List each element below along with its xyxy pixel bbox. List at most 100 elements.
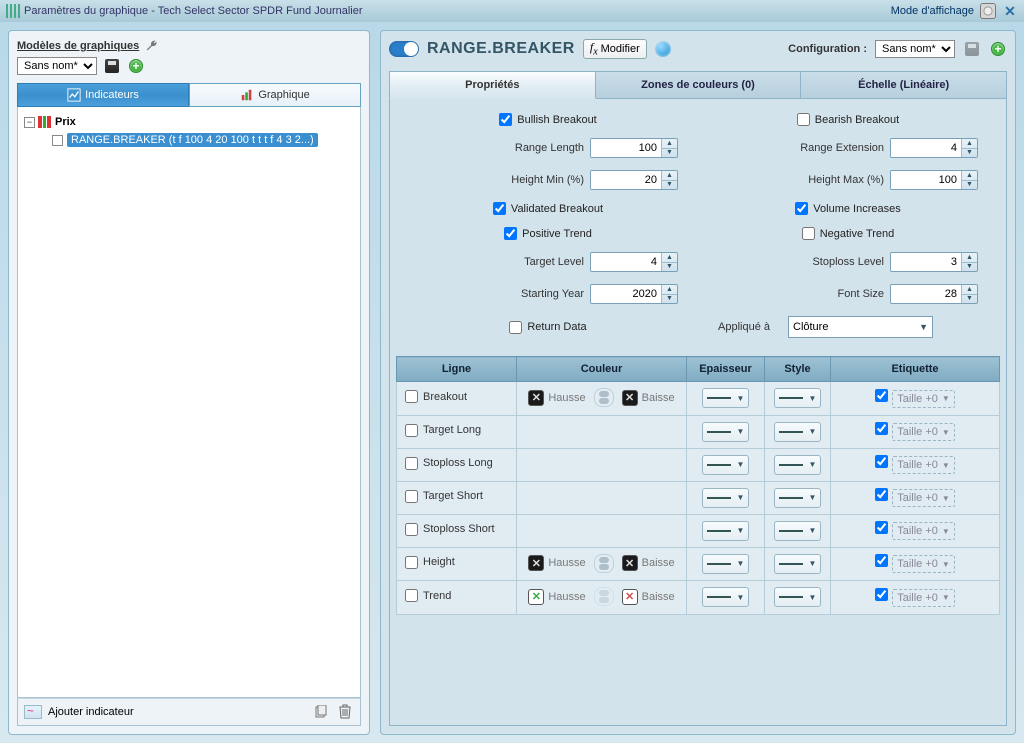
spinner[interactable]: ▲▼ <box>661 139 677 157</box>
spinner[interactable]: ▲▼ <box>661 285 677 303</box>
add-indicator-button[interactable]: Ajouter indicateur <box>48 706 134 718</box>
spinner[interactable]: ▲▼ <box>961 139 977 157</box>
add-model-button[interactable]: + <box>127 57 145 75</box>
bearish-checkbox[interactable] <box>797 113 810 126</box>
indicator-toggle[interactable] <box>389 41 419 57</box>
volinc-checkbox[interactable] <box>795 202 808 215</box>
tree-child[interactable]: RANGE.BREAKER (t f 100 4 20 100 t t t f … <box>52 133 354 147</box>
year-input[interactable] <box>591 285 661 303</box>
validated-checkbox[interactable] <box>493 202 506 215</box>
tab-scale[interactable]: Échelle (Linéaire) <box>801 71 1007 99</box>
year-field[interactable]: ▲▼ <box>590 284 678 304</box>
row-toggle[interactable]: Target Long <box>405 424 481 437</box>
tree-collapse-icon[interactable]: − <box>24 117 35 128</box>
row-checkbox[interactable] <box>405 589 418 602</box>
baisse-swatch[interactable] <box>622 555 638 571</box>
label-checkbox[interactable] <box>875 488 888 501</box>
baisse-swatch[interactable] <box>622 589 638 605</box>
tab-properties[interactable]: Propriétés <box>389 71 596 99</box>
style-select[interactable]: ▼ <box>774 455 822 475</box>
row-toggle[interactable]: Stoploss Long <box>405 457 493 470</box>
label-size-select[interactable]: Taille +0▼ <box>892 390 955 408</box>
wrench-icon[interactable] <box>145 39 159 53</box>
modify-button[interactable]: fxModifier <box>583 39 647 59</box>
row-checkbox[interactable] <box>405 424 418 437</box>
target-input[interactable] <box>591 253 661 271</box>
row-checkbox[interactable] <box>405 556 418 569</box>
delete-button[interactable] <box>336 703 354 721</box>
label-checkbox[interactable] <box>875 588 888 601</box>
config-select[interactable]: Sans nom* <box>875 40 955 58</box>
range-length-input[interactable] <box>591 139 661 157</box>
label-checkbox[interactable] <box>875 455 888 468</box>
hausse-swatch[interactable] <box>528 555 544 571</box>
style-select[interactable]: ▼ <box>774 388 822 408</box>
range-ext-field[interactable]: ▲▼ <box>890 138 978 158</box>
save-config-button[interactable] <box>963 40 981 58</box>
label-size-select[interactable]: Taille +0▼ <box>892 522 955 540</box>
tree-child-checkbox[interactable] <box>52 135 63 146</box>
style-select[interactable]: ▼ <box>774 521 822 541</box>
thickness-select[interactable]: ▼ <box>702 587 750 607</box>
row-checkbox[interactable] <box>405 390 418 403</box>
label-checkbox[interactable] <box>875 554 888 567</box>
hmin-input[interactable] <box>591 171 661 189</box>
thickness-select[interactable]: ▼ <box>702 455 750 475</box>
negtrend-checkbox[interactable] <box>802 227 815 240</box>
font-field[interactable]: ▲▼ <box>890 284 978 304</box>
hmax-input[interactable] <box>891 171 961 189</box>
style-select[interactable]: ▼ <box>774 422 822 442</box>
range-ext-input[interactable] <box>891 139 961 157</box>
style-select[interactable]: ▼ <box>774 554 822 574</box>
applied-select[interactable]: Clôture▼ <box>788 316 933 338</box>
target-field[interactable]: ▲▼ <box>590 252 678 272</box>
thickness-select[interactable]: ▼ <box>702 488 750 508</box>
bullish-checkbox[interactable] <box>499 113 512 126</box>
label-size-select[interactable]: Taille +0▼ <box>892 489 955 507</box>
baisse-swatch[interactable] <box>622 390 638 406</box>
row-toggle[interactable]: Breakout <box>405 390 467 403</box>
label-checkbox[interactable] <box>875 422 888 435</box>
stop-input[interactable] <box>891 253 961 271</box>
gradient-handle[interactable] <box>594 554 614 573</box>
returndata-checkbox[interactable] <box>509 321 522 334</box>
webcam-icon[interactable] <box>980 3 996 19</box>
thickness-select[interactable]: ▼ <box>702 521 750 541</box>
label-checkbox[interactable] <box>875 521 888 534</box>
row-toggle[interactable]: Stoploss Short <box>405 523 495 536</box>
label-size-select[interactable]: Taille +0▼ <box>892 423 955 441</box>
tree-root[interactable]: − Prix <box>24 113 354 131</box>
row-checkbox[interactable] <box>405 490 418 503</box>
spinner[interactable]: ▲▼ <box>961 285 977 303</box>
spinner[interactable]: ▲▼ <box>961 171 977 189</box>
style-select[interactable]: ▼ <box>774 488 822 508</box>
hausse-swatch[interactable] <box>528 390 544 406</box>
row-checkbox[interactable] <box>405 523 418 536</box>
font-input[interactable] <box>891 285 961 303</box>
gradient-handle[interactable] <box>594 388 614 407</box>
row-toggle[interactable]: Target Short <box>405 490 483 503</box>
hmax-field[interactable]: ▲▼ <box>890 170 978 190</box>
close-icon[interactable]: ✕ <box>1002 3 1018 19</box>
save-models-button[interactable] <box>103 57 121 75</box>
hmin-field[interactable]: ▲▼ <box>590 170 678 190</box>
help-icon[interactable] <box>655 41 671 57</box>
gradient-handle[interactable] <box>594 587 614 606</box>
stop-field[interactable]: ▲▼ <box>890 252 978 272</box>
row-checkbox[interactable] <box>405 457 418 470</box>
tab-chart[interactable]: Graphique <box>189 83 361 107</box>
style-select[interactable]: ▼ <box>774 587 822 607</box>
row-toggle[interactable]: Trend <box>405 589 451 602</box>
label-checkbox[interactable] <box>875 389 888 402</box>
range-length-field[interactable]: ▲▼ <box>590 138 678 158</box>
spinner[interactable]: ▲▼ <box>661 253 677 271</box>
hausse-swatch[interactable] <box>528 589 544 605</box>
label-size-select[interactable]: Taille +0▼ <box>892 456 955 474</box>
thickness-select[interactable]: ▼ <box>702 388 750 408</box>
tab-color-zones[interactable]: Zones de couleurs (0) <box>596 71 802 99</box>
models-select[interactable]: Sans nom* <box>17 57 97 75</box>
label-size-select[interactable]: Taille +0▼ <box>892 589 955 607</box>
add-config-button[interactable]: + <box>989 40 1007 58</box>
spinner[interactable]: ▲▼ <box>961 253 977 271</box>
postrend-checkbox[interactable] <box>504 227 517 240</box>
